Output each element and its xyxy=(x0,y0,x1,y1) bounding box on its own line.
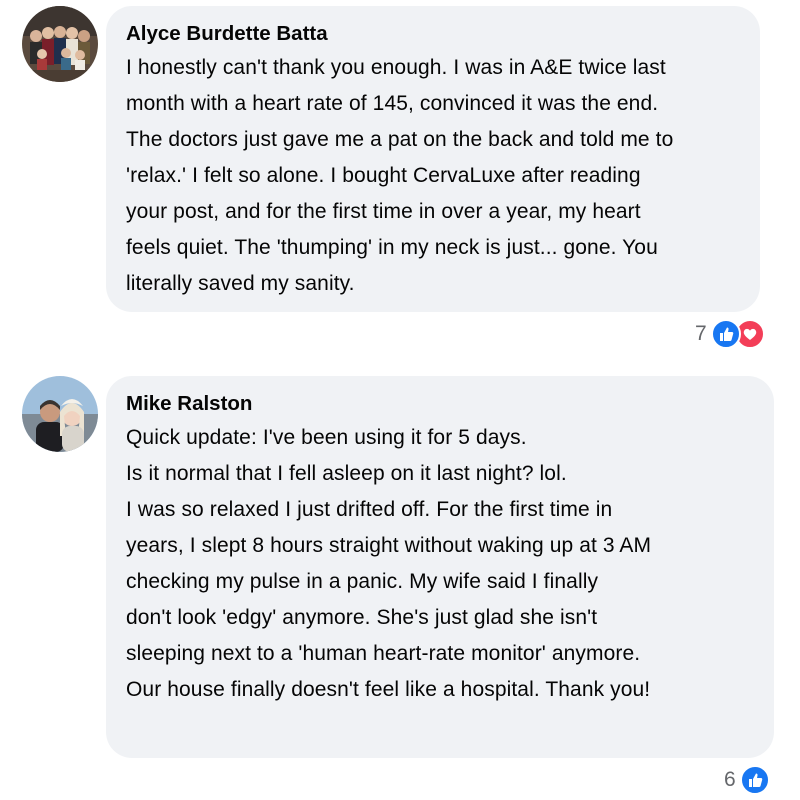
reaction-count: 6 xyxy=(724,768,736,791)
like-icon xyxy=(710,319,741,349)
comment-text-line: literally saved my sanity. xyxy=(126,272,355,295)
comment-text-line: your post, and for the first time in ove… xyxy=(126,200,641,223)
comment-text-line: 'relax.' I felt so alone. I bought Cerva… xyxy=(126,164,641,187)
comment-text-line: month with a heart rate of 145, convince… xyxy=(126,92,659,115)
comment-bubble: Mike Ralston Quick update: I've been usi… xyxy=(106,376,774,758)
comment-text-line: don't look 'edgy' anymore. She's just gl… xyxy=(126,606,598,629)
avatar[interactable] xyxy=(22,376,98,452)
comment-text-line: sleeping next to a 'human heart-rate mon… xyxy=(126,642,641,665)
avatar[interactable] xyxy=(22,6,98,82)
reaction-summary[interactable]: 7 xyxy=(695,318,765,350)
comment-bubble: Alyce Burdette Batta I honestly can't th… xyxy=(106,6,760,312)
comment-text-line: I honestly can't thank you enough. I was… xyxy=(126,56,666,79)
like-icon xyxy=(739,765,770,795)
reaction-count: 7 xyxy=(695,322,707,345)
comment-text: I honestly can't thank you enough. I was… xyxy=(126,50,740,302)
comment-text-line: years, I slept 8 hours straight without … xyxy=(126,534,652,557)
reaction-summary[interactable]: 6 xyxy=(724,764,770,796)
comment-text-line: The doctors just gave me a pat on the ba… xyxy=(126,128,674,151)
comment-text: Quick update: I've been using it for 5 d… xyxy=(126,420,754,708)
comment-author[interactable]: Mike Ralston xyxy=(126,390,754,418)
comment-text-line: I was so relaxed I just drifted off. For… xyxy=(126,498,613,521)
comment-text-line: Is it normal that I fell asleep on it la… xyxy=(126,462,567,485)
comment-author[interactable]: Alyce Burdette Batta xyxy=(126,20,740,48)
comment-text-line: Quick update: I've been using it for 5 d… xyxy=(126,426,527,449)
comment-text-line: feels quiet. The 'thumping' in my neck i… xyxy=(126,236,658,259)
comment-text-line: checking my pulse in a panic. My wife sa… xyxy=(126,570,599,593)
comment-text-line: Our house finally doesn't feel like a ho… xyxy=(126,678,651,701)
